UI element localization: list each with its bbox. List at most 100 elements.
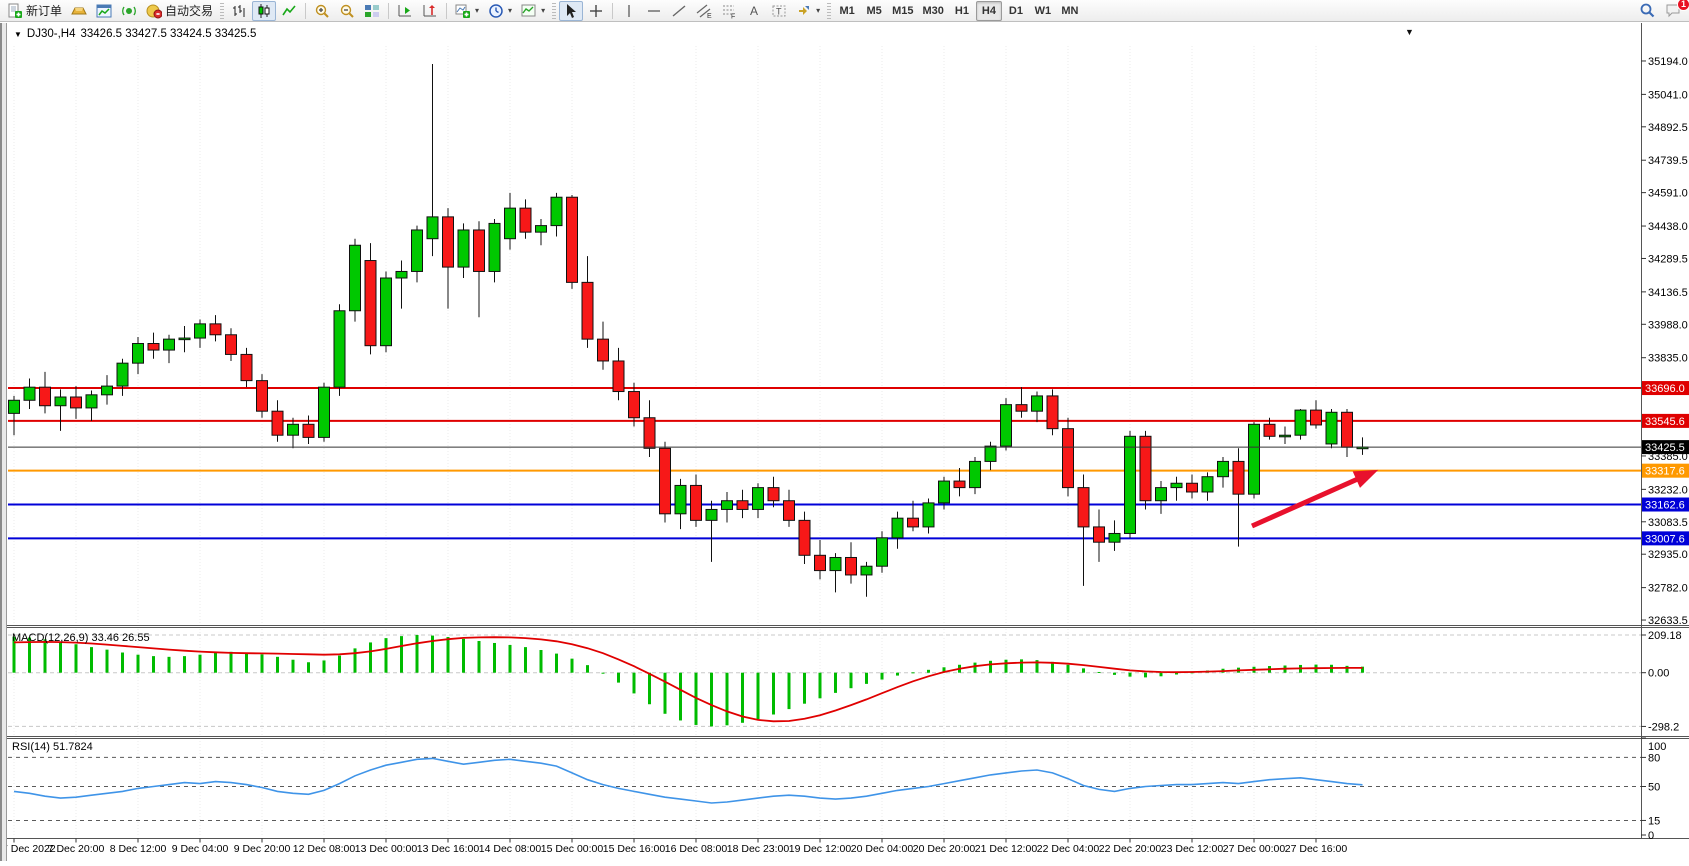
charts-button[interactable] bbox=[92, 1, 116, 21]
new-order-button[interactable]: 新订单 bbox=[3, 1, 66, 21]
timeframe-h4[interactable]: H4 bbox=[976, 1, 1002, 21]
time-tick-label: 27 Dec 16:00 bbox=[1285, 843, 1348, 855]
macd-histogram-bar bbox=[896, 673, 899, 676]
cursor-button[interactable] bbox=[559, 1, 583, 21]
candle-body bbox=[613, 361, 624, 392]
timeframe-w1[interactable]: W1 bbox=[1030, 1, 1056, 21]
macd-histogram-bar bbox=[865, 673, 868, 684]
chart-canvas[interactable]: 35194.035041.034892.534739.534591.034438… bbox=[0, 23, 1689, 861]
timeframe-m1[interactable]: M1 bbox=[834, 1, 860, 21]
candle-body bbox=[40, 387, 51, 406]
templates-button[interactable]: ▾ bbox=[517, 1, 549, 21]
timeframe-m30[interactable]: M30 bbox=[919, 1, 948, 21]
notifications-button[interactable]: 1 bbox=[1661, 1, 1686, 21]
candle-body bbox=[102, 386, 113, 395]
chart-ohlc-values: 33426.5 33427.5 33424.5 33425.5 bbox=[81, 28, 257, 40]
auto-scroll-icon bbox=[397, 3, 413, 19]
candlestick-chart-button[interactable] bbox=[252, 1, 276, 21]
macd-histogram-bar bbox=[447, 637, 450, 673]
macd-histogram-bar bbox=[152, 656, 155, 673]
candle-body bbox=[861, 566, 872, 575]
candle-body bbox=[303, 424, 314, 437]
chart-shift-button[interactable] bbox=[418, 1, 442, 21]
candle-body bbox=[691, 485, 702, 520]
chart-menu-icon[interactable]: ▼ bbox=[1405, 27, 1414, 37]
macd-histogram-bar bbox=[757, 673, 760, 719]
periods-clock-icon bbox=[488, 3, 504, 19]
macd-histogram-bar bbox=[354, 648, 357, 672]
trend-line-button[interactable] bbox=[667, 1, 691, 21]
text-button[interactable]: A bbox=[742, 1, 766, 21]
timeframe-h1[interactable]: H1 bbox=[949, 1, 975, 21]
candle-body bbox=[1187, 483, 1198, 492]
arrows-button[interactable]: ▾ bbox=[792, 1, 824, 21]
bar-chart-button[interactable] bbox=[227, 1, 251, 21]
vertical-line-button[interactable] bbox=[617, 1, 641, 21]
time-tick-label: 22 Dec 04:00 bbox=[1037, 843, 1100, 855]
fibonacci-button[interactable]: F bbox=[717, 1, 741, 21]
timeframe-mn[interactable]: MN bbox=[1057, 1, 1083, 21]
svg-text:T: T bbox=[776, 6, 782, 16]
macd-histogram-bar bbox=[137, 655, 140, 673]
timeframe-group: M1M5M15M30H1H4D1W1MN bbox=[834, 1, 1083, 21]
vertical-line-icon bbox=[621, 3, 637, 19]
macd-histogram-bar bbox=[509, 645, 512, 673]
macd-histogram-bar bbox=[989, 661, 992, 673]
templates-icon bbox=[521, 3, 537, 19]
candle-body bbox=[908, 518, 919, 527]
time-tick-label: 18 Dec 23:00 bbox=[727, 843, 790, 855]
macd-histogram-bar bbox=[819, 673, 822, 699]
chart-symbol-period: DJ30-,H4 bbox=[27, 28, 76, 40]
macd-histogram-bar bbox=[1144, 673, 1147, 678]
candle-body bbox=[396, 271, 407, 278]
price-line-badge-label: 33696.0 bbox=[1645, 383, 1685, 395]
macd-histogram-bar bbox=[1082, 668, 1085, 672]
toolbar-grip bbox=[827, 3, 831, 19]
candle-body bbox=[334, 311, 345, 387]
time-tick-label: 20 Dec 04:00 bbox=[851, 843, 914, 855]
periods-button[interactable]: ▾ bbox=[484, 1, 516, 21]
horizontal-line-button[interactable] bbox=[642, 1, 666, 21]
candle-body bbox=[598, 339, 609, 361]
text-label-button[interactable]: T bbox=[767, 1, 791, 21]
zoom-in-button[interactable] bbox=[310, 1, 334, 21]
macd-histogram-bar bbox=[292, 660, 295, 673]
candle-body bbox=[567, 197, 578, 282]
toolbar-grip bbox=[552, 3, 556, 19]
line-chart-button[interactable] bbox=[277, 1, 301, 21]
crosshair-button[interactable] bbox=[584, 1, 608, 21]
macd-histogram-bar bbox=[586, 665, 589, 673]
candle-body bbox=[799, 520, 810, 555]
price-tick-label: 34438.0 bbox=[1648, 221, 1688, 233]
auto-trading-button[interactable]: 自动交易 bbox=[142, 1, 217, 21]
time-tick-label: 13 Dec 00:00 bbox=[355, 843, 418, 855]
signals-button[interactable] bbox=[117, 1, 141, 21]
price-tick-label: 34591.0 bbox=[1648, 188, 1688, 200]
toolbar-separator bbox=[446, 3, 447, 19]
window-splitter[interactable] bbox=[0, 23, 7, 861]
macd-histogram-bar bbox=[462, 639, 465, 673]
time-tick-label: 16 Dec 08:00 bbox=[665, 843, 728, 855]
tile-windows-button[interactable] bbox=[360, 1, 384, 21]
cursor-icon bbox=[563, 3, 579, 19]
candle-body bbox=[1032, 396, 1043, 411]
macd-histogram-bar bbox=[710, 673, 713, 727]
macd-tick-label: -298.2 bbox=[1648, 721, 1679, 733]
chevron-down-icon: ▾ bbox=[475, 6, 479, 15]
equidistant-channel-button[interactable]: E bbox=[692, 1, 716, 21]
add-indicator-button[interactable]: ▾ bbox=[451, 1, 483, 21]
rsi-indicator-label: RSI(14) 51.7824 bbox=[12, 741, 93, 753]
candle-body bbox=[582, 282, 593, 339]
auto-scroll-button[interactable] bbox=[393, 1, 417, 21]
macd-histogram-bar bbox=[168, 657, 171, 673]
chart-dropdown-icon[interactable]: ▼ bbox=[14, 30, 22, 39]
timeframe-d1[interactable]: D1 bbox=[1003, 1, 1029, 21]
trend-line-icon bbox=[671, 3, 687, 19]
timeframe-m15[interactable]: M15 bbox=[888, 1, 917, 21]
zoom-out-button[interactable] bbox=[335, 1, 359, 21]
timeframe-m5[interactable]: M5 bbox=[861, 1, 887, 21]
macd-histogram-bar bbox=[803, 673, 806, 704]
gold-button[interactable] bbox=[67, 1, 91, 21]
time-tick-label: 20 Dec 20:00 bbox=[913, 843, 976, 855]
search-button[interactable] bbox=[1635, 1, 1660, 21]
